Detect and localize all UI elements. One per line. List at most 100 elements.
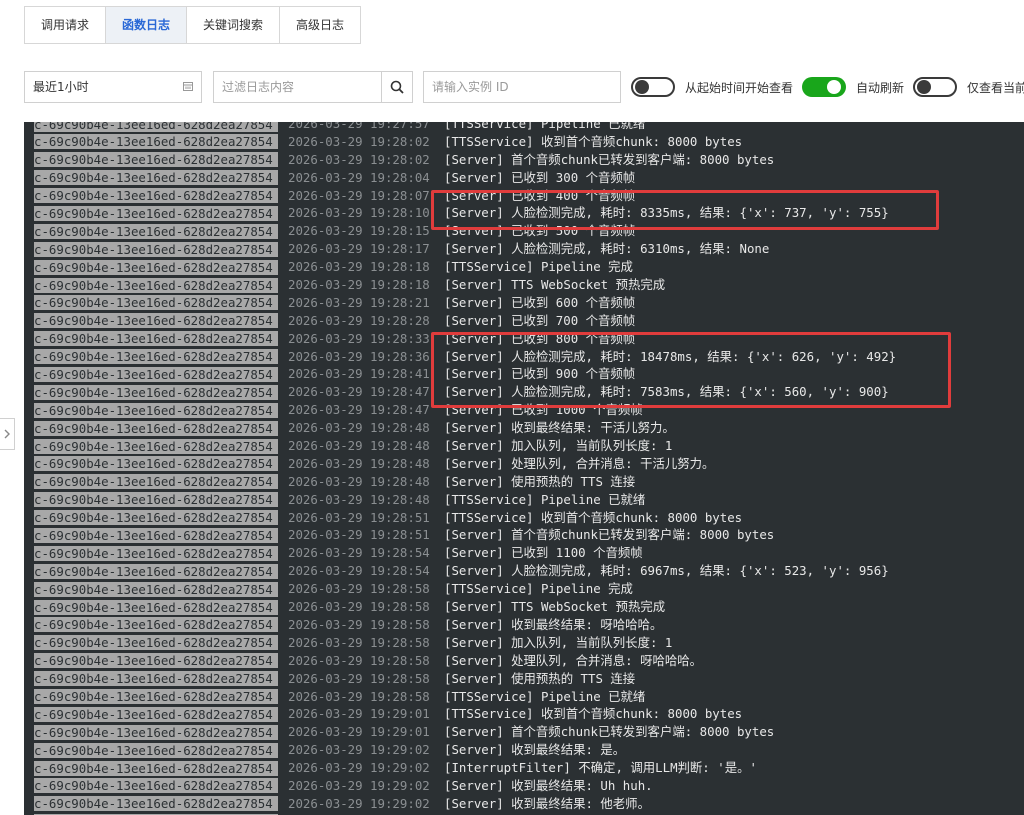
log-row: c-69c90b4e-13ee16ed-628d2ea27854 2026-03-…	[24, 437, 1024, 455]
log-timestamp: 2026-03-29 19:28:02	[288, 133, 430, 149]
log-row: c-69c90b4e-13ee16ed-628d2ea27854 2026-03-…	[24, 670, 1024, 688]
instance-id: c-69c90b4e-13ee16ed-628d2ea27854	[34, 277, 278, 293]
log-timestamp: 2026-03-29 19:28:58	[288, 581, 430, 597]
log-message: [TTSService] 收到首个音频chunk: 8000 bytes	[444, 509, 743, 525]
log-row: c-69c90b4e-13ee16ed-628d2ea27854 2026-03-…	[24, 795, 1024, 813]
auto-refresh-label: 自动刷新	[856, 81, 905, 95]
instance-id: c-69c90b4e-13ee16ed-628d2ea27854	[34, 545, 278, 561]
instance-id: c-69c90b4e-13ee16ed-628d2ea27854	[34, 402, 278, 418]
log-row: c-69c90b4e-13ee16ed-628d2ea27854 2026-03-…	[24, 544, 1024, 562]
instance-id: c-69c90b4e-13ee16ed-628d2ea27854	[34, 706, 278, 722]
chevron-right-icon	[4, 429, 10, 439]
instance-id-placeholder: 请输入实例 ID	[432, 80, 509, 94]
log-row: c-69c90b4e-13ee16ed-628d2ea27854 2026-03-…	[24, 634, 1024, 652]
instance-id: c-69c90b4e-13ee16ed-628d2ea27854	[34, 152, 278, 168]
instance-id: c-69c90b4e-13ee16ed-628d2ea27854	[34, 617, 278, 633]
log-row: c-69c90b4e-13ee16ed-628d2ea27854 2026-03-…	[24, 777, 1024, 795]
log-row: c-69c90b4e-13ee16ed-628d2ea27854 2026-03-…	[24, 526, 1024, 544]
log-row: c-69c90b4e-13ee16ed-628d2ea27854 2026-03-…	[24, 509, 1024, 527]
auto-refresh-toggle[interactable]	[802, 77, 846, 97]
instance-id: c-69c90b4e-13ee16ed-628d2ea27854	[34, 259, 278, 275]
instance-id: c-69c90b4e-13ee16ed-628d2ea27854	[34, 671, 278, 687]
instance-id: c-69c90b4e-13ee16ed-628d2ea27854	[34, 653, 278, 669]
log-message: [TTSService] 收到首个音频chunk: 8000 bytes	[444, 133, 743, 149]
log-row: c-69c90b4e-13ee16ed-628d2ea27854 2026-03-…	[24, 151, 1024, 169]
log-message: [Server] 处理队列, 合并消息: 干活儿努力。	[444, 455, 715, 471]
only-current-label: 仅查看当前	[967, 81, 1024, 95]
log-row: c-69c90b4e-13ee16ed-628d2ea27854 2026-03-…	[24, 122, 1024, 133]
log-panel[interactable]: c-69c90b4e-13ee16ed-628d2ea27854 2026-03-…	[24, 122, 1024, 815]
log-timestamp: 2026-03-29 19:29:02	[288, 777, 430, 793]
log-message: [TTSService] Pipeline 已就绪	[444, 491, 646, 507]
log-timestamp: 2026-03-29 19:28:33	[288, 330, 430, 346]
log-row: c-69c90b4e-13ee16ed-628d2ea27854 2026-03-…	[24, 759, 1024, 777]
search-button[interactable]	[381, 71, 413, 103]
log-message: [Server] TTS WebSocket 预热完成	[444, 599, 666, 615]
log-message: [Server] 已收到 600 个音频帧	[444, 294, 636, 310]
log-message: [Server] 人脸检测完成, 耗时: 6967ms, 结果: {'x': 5…	[444, 563, 889, 579]
log-timestamp: 2026-03-29 19:28:17	[288, 241, 430, 257]
instance-id: c-69c90b4e-13ee16ed-628d2ea27854	[34, 122, 278, 132]
log-message: [Server] 已收到 1100 个音频帧	[444, 545, 643, 561]
log-timestamp: 2026-03-29 19:28:58	[288, 652, 430, 668]
only-current-toggle[interactable]	[913, 77, 957, 97]
log-message: [Server] 收到最终结果: 干活儿努力。	[444, 420, 675, 436]
time-range-picker[interactable]: 最近1小时	[24, 71, 202, 103]
log-timestamp: 2026-03-29 19:28:54	[288, 545, 430, 561]
log-tabs: 调用请求 函数日志 关键词搜索 高级日志	[24, 6, 362, 44]
instance-id: c-69c90b4e-13ee16ed-628d2ea27854	[34, 563, 278, 579]
tab-function-logs[interactable]: 函数日志	[106, 7, 188, 43]
log-row: c-69c90b4e-13ee16ed-628d2ea27854 2026-03-…	[24, 491, 1024, 509]
log-message: [TTSService] Pipeline 完成	[444, 581, 633, 597]
log-timestamp: 2026-03-29 19:28:58	[288, 599, 430, 615]
log-row: c-69c90b4e-13ee16ed-628d2ea27854 2026-03-…	[24, 473, 1024, 491]
instance-id: c-69c90b4e-13ee16ed-628d2ea27854	[34, 349, 278, 365]
log-timestamp: 2026-03-29 19:28:58	[288, 634, 430, 650]
instance-id: c-69c90b4e-13ee16ed-628d2ea27854	[34, 223, 278, 239]
tab-keyword-search[interactable]: 关键词搜索	[187, 7, 281, 43]
log-filter-input[interactable]: 过滤日志内容	[213, 71, 383, 103]
log-message: [InterruptFilter] 不确定, 调用LLM判断: '是。'	[444, 760, 757, 776]
instance-id: c-69c90b4e-13ee16ed-628d2ea27854	[34, 635, 278, 651]
instance-id: c-69c90b4e-13ee16ed-628d2ea27854	[34, 134, 278, 150]
log-row: c-69c90b4e-13ee16ed-628d2ea27854 2026-03-…	[24, 598, 1024, 616]
highlight-box	[431, 190, 939, 230]
search-icon	[390, 80, 404, 94]
from-start-toggle[interactable]	[631, 77, 675, 97]
instance-id: c-69c90b4e-13ee16ed-628d2ea27854	[34, 510, 278, 526]
log-filter-placeholder: 过滤日志内容	[222, 80, 295, 94]
log-row: c-69c90b4e-13ee16ed-628d2ea27854 2026-03-…	[24, 652, 1024, 670]
log-row: c-69c90b4e-13ee16ed-628d2ea27854 2026-03-…	[24, 312, 1024, 330]
log-row: c-69c90b4e-13ee16ed-628d2ea27854 2026-03-…	[24, 455, 1024, 473]
instance-id: c-69c90b4e-13ee16ed-628d2ea27854	[34, 295, 278, 311]
log-message: [Server] 使用预热的 TTS 连接	[444, 670, 636, 686]
instance-id: c-69c90b4e-13ee16ed-628d2ea27854	[34, 689, 278, 704]
instance-id: c-69c90b4e-13ee16ed-628d2ea27854	[34, 760, 278, 776]
instance-id-input[interactable]: 请输入实例 ID	[423, 71, 621, 103]
calendar-icon	[183, 82, 193, 91]
instance-id: c-69c90b4e-13ee16ed-628d2ea27854	[34, 384, 278, 400]
filter-bar: 最近1小时 过滤日志内容 请输入实例 ID 从起始时间开始查看 自动刷新 仅查看…	[24, 71, 1024, 103]
log-row: c-69c90b4e-13ee16ed-628d2ea27854 2026-03-…	[24, 688, 1024, 706]
log-row: c-69c90b4e-13ee16ed-628d2ea27854 2026-03-…	[24, 258, 1024, 276]
log-message: [Server] 加入队列, 当前队列长度: 1	[444, 438, 673, 454]
tab-invocations[interactable]: 调用请求	[25, 7, 107, 43]
side-expand-button[interactable]	[0, 418, 15, 450]
log-message: [Server] 收到最终结果: Uh huh.	[444, 777, 653, 793]
log-row: c-69c90b4e-13ee16ed-628d2ea27854 2026-03-…	[24, 240, 1024, 258]
instance-id: c-69c90b4e-13ee16ed-628d2ea27854	[34, 724, 278, 740]
log-timestamp: 2026-03-29 19:28:47	[288, 402, 430, 418]
log-row: c-69c90b4e-13ee16ed-628d2ea27854 2026-03-…	[24, 616, 1024, 634]
instance-id: c-69c90b4e-13ee16ed-628d2ea27854	[34, 241, 278, 257]
log-timestamp: 2026-03-29 19:28:48	[288, 455, 430, 471]
log-timestamp: 2026-03-29 19:28:58	[288, 670, 430, 686]
tab-advanced-logs[interactable]: 高级日志	[280, 7, 360, 43]
log-timestamp: 2026-03-29 19:29:02	[288, 795, 430, 811]
log-timestamp: 2026-03-29 19:28:15	[288, 223, 430, 239]
instance-id: c-69c90b4e-13ee16ed-628d2ea27854	[34, 796, 278, 812]
log-message: [TTSService] Pipeline 已就绪	[444, 688, 646, 704]
instance-id: c-69c90b4e-13ee16ed-628d2ea27854	[34, 492, 278, 508]
log-timestamp: 2026-03-29 19:28:18	[288, 277, 430, 293]
log-message: [Server] 首个音频chunk已转发到客户端: 8000 bytes	[444, 151, 775, 167]
log-timestamp: 2026-03-29 19:29:01	[288, 706, 430, 722]
